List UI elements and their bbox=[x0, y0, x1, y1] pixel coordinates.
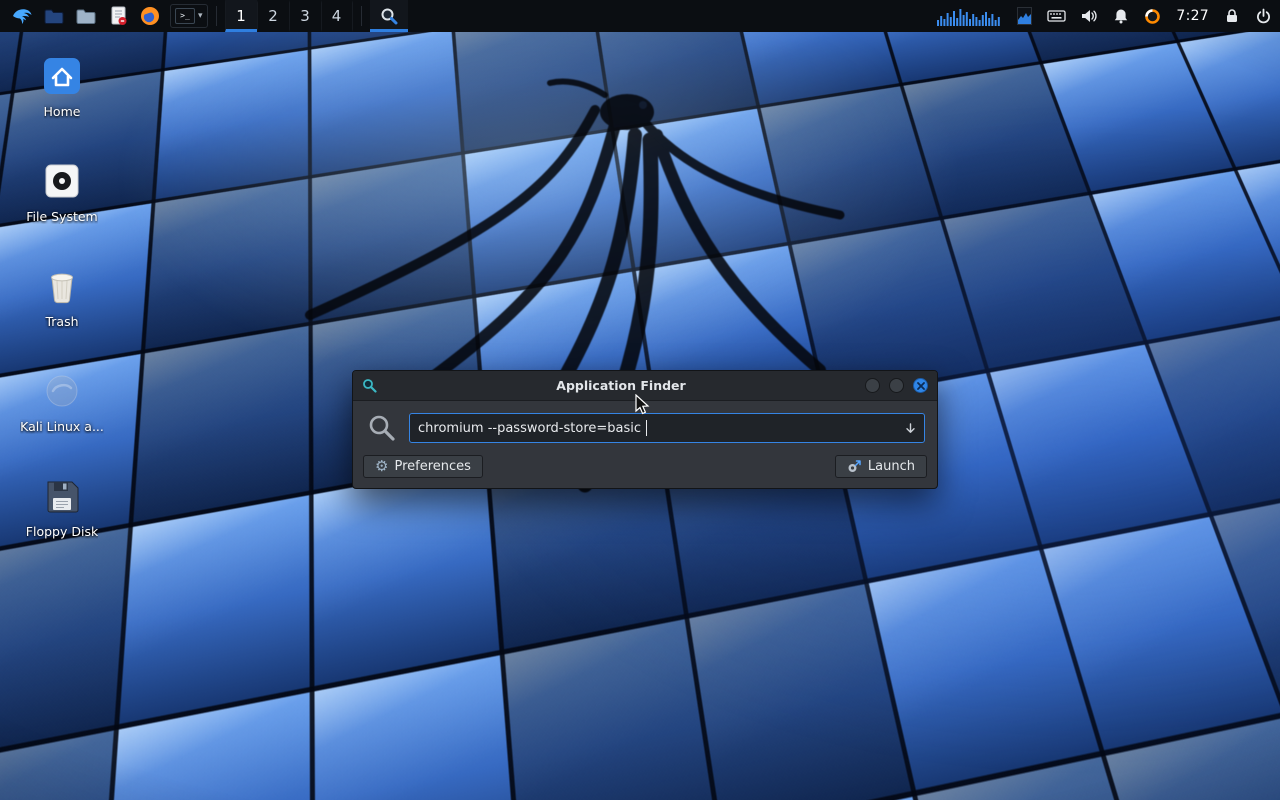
text-caret bbox=[646, 420, 647, 436]
kali-docs-icon bbox=[40, 369, 84, 413]
workspace-4[interactable]: 4 bbox=[321, 0, 353, 32]
trash-icon bbox=[40, 264, 84, 308]
panel-right: 7:27 bbox=[936, 0, 1272, 32]
desktop-icon-trash[interactable]: Trash bbox=[14, 264, 110, 329]
terminal-launcher[interactable]: >_ ▾ bbox=[170, 4, 208, 28]
launch-button[interactable]: Launch bbox=[835, 455, 927, 478]
application-finder-window: Application Finder chromium --password-s… bbox=[352, 370, 938, 489]
desktop-icon-label: Kali Linux a... bbox=[20, 419, 104, 434]
power-icon[interactable] bbox=[1255, 8, 1272, 25]
gear-icon: ⚙ bbox=[375, 459, 388, 474]
workspace-switcher: 1 2 3 4 bbox=[225, 0, 353, 32]
applications-menu-button[interactable] bbox=[8, 0, 36, 32]
workspace-2[interactable]: 2 bbox=[257, 0, 289, 32]
taskbar-appfinder-button[interactable] bbox=[370, 0, 408, 32]
button-row: ⚙ Preferences Launch bbox=[353, 447, 937, 488]
firefox-launcher[interactable] bbox=[136, 0, 164, 32]
desktop-icon-label: Trash bbox=[45, 314, 78, 329]
search-icon bbox=[367, 413, 397, 443]
dialog-body: chromium --password-store=basic bbox=[353, 401, 937, 447]
folder-dark-icon bbox=[44, 8, 64, 25]
panel-left: >_ ▾ 1 2 3 4 bbox=[8, 0, 408, 32]
maximize-button[interactable] bbox=[889, 378, 904, 393]
volume-icon[interactable] bbox=[1081, 8, 1098, 24]
launch-icon bbox=[847, 459, 862, 474]
desktop-icon-label: File System bbox=[26, 209, 98, 224]
launch-label: Launch bbox=[868, 459, 915, 474]
text-editor-icon bbox=[109, 6, 128, 26]
dropdown-arrow-icon[interactable] bbox=[905, 423, 916, 434]
magnifier-icon bbox=[380, 7, 398, 25]
separator bbox=[361, 6, 362, 26]
status-indicator-icon[interactable] bbox=[1144, 8, 1161, 25]
search-input-value: chromium --password-store=basic bbox=[418, 421, 645, 436]
home-icon bbox=[40, 54, 84, 98]
close-icon bbox=[917, 382, 925, 390]
audio-visualizer bbox=[936, 6, 1002, 26]
close-button[interactable] bbox=[913, 378, 928, 393]
notifications-bell-icon[interactable] bbox=[1113, 8, 1129, 24]
file-manager-launcher[interactable] bbox=[40, 0, 68, 32]
top-panel: >_ ▾ 1 2 3 4 bbox=[0, 0, 1280, 32]
preferences-label: Preferences bbox=[394, 459, 470, 474]
search-input[interactable]: chromium --password-store=basic bbox=[409, 413, 925, 443]
keyboard-icon[interactable] bbox=[1047, 9, 1066, 23]
titlebar[interactable]: Application Finder bbox=[353, 371, 937, 401]
separator bbox=[216, 6, 217, 26]
folder-light-icon bbox=[76, 8, 96, 25]
desktop-icon-floppy-disk[interactable]: Floppy Disk bbox=[14, 474, 110, 539]
minimize-button[interactable] bbox=[865, 378, 880, 393]
desktop-icon-label: Home bbox=[44, 104, 81, 119]
desktop-icon-file-system[interactable]: File System bbox=[14, 159, 110, 224]
window-title: Application Finder bbox=[385, 378, 857, 393]
text-editor-launcher[interactable] bbox=[104, 0, 132, 32]
window-controls bbox=[865, 378, 928, 393]
chevron-down-icon[interactable]: ▾ bbox=[198, 11, 203, 21]
floppy-disk-icon bbox=[40, 474, 84, 518]
appfinder-icon bbox=[362, 378, 377, 393]
clock[interactable]: 7:27 bbox=[1176, 8, 1209, 24]
file-system-icon bbox=[40, 159, 84, 203]
workspace-1[interactable]: 1 bbox=[225, 0, 257, 32]
workspace-3[interactable]: 3 bbox=[289, 0, 321, 32]
kali-menu-icon bbox=[11, 5, 33, 27]
firefox-icon bbox=[140, 6, 160, 26]
cpu-graph-icon bbox=[1017, 7, 1032, 25]
terminal-prompt-glyph: >_ bbox=[180, 12, 190, 20]
lock-icon[interactable] bbox=[1224, 8, 1240, 24]
preferences-button[interactable]: ⚙ Preferences bbox=[363, 455, 483, 478]
desktop-icon-column: Home File System Trash Kali Linux a... bbox=[14, 54, 110, 539]
documents-launcher[interactable] bbox=[72, 0, 100, 32]
terminal-icon: >_ bbox=[175, 8, 195, 24]
desktop-icon-home[interactable]: Home bbox=[14, 54, 110, 119]
desktop-icon-kali-docs[interactable]: Kali Linux a... bbox=[14, 369, 110, 434]
desktop-icon-label: Floppy Disk bbox=[26, 524, 98, 539]
